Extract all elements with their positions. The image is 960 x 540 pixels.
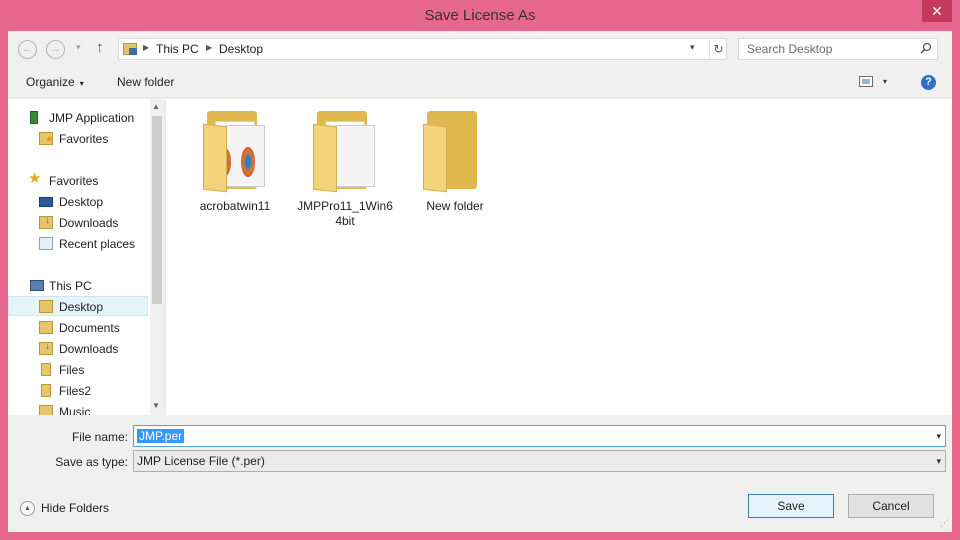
sidebar-item-this-pc[interactable]: This PC — [8, 276, 148, 296]
sidebar-item-label: Desktop — [59, 300, 104, 314]
sidebar-item-files[interactable]: Files — [8, 360, 148, 380]
chevron-down-icon[interactable]: ▾ — [936, 431, 941, 442]
computer-icon — [30, 280, 44, 291]
sidebar-item-label: Favorites — [59, 132, 109, 146]
desktop-folder-icon — [39, 300, 53, 313]
sidebar-item-label: Music — [59, 405, 91, 415]
sidebar-item-desktop[interactable]: Desktop — [8, 296, 148, 316]
back-button[interactable]: ← — [18, 40, 37, 59]
sidebar-item-label: Recent places — [59, 237, 136, 251]
sidebar-item-favorites[interactable]: ★ Favorites — [8, 171, 148, 191]
music-icon — [39, 405, 53, 415]
breadcrumb-separator[interactable]: ▶ — [143, 43, 149, 52]
organize-button[interactable]: Organize ▾ — [26, 75, 84, 89]
sidebar-item-label: This PC — [49, 279, 92, 293]
empty-folder-icon — [423, 107, 487, 197]
recent-places-icon — [39, 237, 53, 250]
view-options-icon[interactable] — [859, 76, 873, 87]
refresh-icon[interactable]: ↻ — [709, 40, 727, 58]
sidebar-item-label: Downloads — [59, 216, 119, 230]
app-icon — [30, 111, 38, 124]
command-toolbar: Organize ▾ New folder ▾ ? — [8, 67, 952, 98]
resize-grip-icon[interactable]: ⋰ — [940, 518, 949, 529]
downloads-icon — [39, 215, 53, 229]
sidebar-item-downloads-favorite[interactable]: Downloads — [8, 213, 148, 233]
address-bar[interactable]: ▶ This PC ▶ Desktop ▾ ↻ — [118, 38, 727, 60]
file-name-input[interactable]: JMP.per ▾ — [133, 425, 946, 447]
downloads-icon — [39, 341, 53, 355]
cancel-button[interactable]: Cancel — [848, 494, 934, 518]
file-item-new-folder[interactable]: New folder — [407, 107, 503, 214]
recent-locations-button[interactable]: ▾ — [76, 42, 81, 53]
help-icon[interactable]: ? — [921, 75, 936, 90]
navigation-scrollbar[interactable]: ▲ ▼ — [150, 99, 164, 415]
view-dropdown-icon[interactable]: ▾ — [883, 77, 887, 86]
sidebar-item-files2[interactable]: Files2 — [8, 381, 148, 401]
sidebar-item-label: Favorites — [49, 174, 99, 188]
file-item-acrobatwin11[interactable]: acrobatwin11 — [187, 107, 283, 214]
chevron-up-icon: ▲ — [20, 501, 35, 517]
this-pc-icon — [123, 43, 137, 55]
title-bar: Save License As ✕ — [0, 0, 960, 31]
favorites-folder-icon — [39, 132, 53, 145]
sidebar-item-label: Downloads — [59, 342, 119, 356]
save-dialog: ← → ▾ ↑ ▶ This PC ▶ Desktop ▾ ↻ Search D… — [8, 31, 952, 532]
chevron-down-icon[interactable]: ▾ — [936, 456, 941, 467]
sidebar-item-label: JMP Application — [49, 111, 135, 125]
save-type-value: JMP License File (*.per) — [137, 454, 265, 468]
new-folder-button[interactable]: New folder — [117, 75, 174, 89]
hide-folders-button[interactable]: ▲ Hide Folders — [20, 501, 110, 517]
breadcrumb-separator[interactable]: ▶ — [206, 43, 212, 52]
file-item-jmppro11[interactable]: JMPPro11_1Win64bit — [297, 107, 393, 229]
star-icon: ★ — [28, 170, 42, 187]
sidebar-item-label: Desktop — [59, 195, 104, 209]
file-name: New folder — [426, 199, 484, 213]
files-icon — [41, 363, 51, 376]
sidebar-item-label: Files2 — [59, 384, 92, 398]
close-button[interactable]: ✕ — [922, 0, 952, 22]
sidebar-item-label: Files — [59, 363, 85, 377]
file-list[interactable]: acrobatwin11 JMPPro11_1Win64bit New fold… — [165, 99, 952, 415]
scrollbar-thumb[interactable] — [152, 116, 162, 304]
sidebar-item-documents[interactable]: Documents — [8, 318, 148, 338]
sidebar-item-jmp-application[interactable]: JMP Application — [8, 108, 148, 128]
save-type-select[interactable]: JMP License File (*.per) ▾ — [133, 450, 946, 472]
sidebar-item-favorites-folder[interactable]: Favorites — [8, 129, 148, 149]
desktop-icon — [39, 197, 53, 207]
file-name-value: JMP.per — [137, 429, 185, 443]
sidebar-item-music[interactable]: Music — [8, 402, 148, 415]
search-icon[interactable] — [920, 42, 932, 54]
search-input[interactable]: Search Desktop — [738, 38, 938, 60]
sidebar-item-label: Documents — [59, 321, 120, 335]
scroll-up-icon[interactable]: ▲ — [152, 102, 160, 111]
save-button[interactable]: Save — [748, 494, 834, 518]
sidebar-item-downloads[interactable]: Downloads — [8, 339, 148, 359]
up-button[interactable]: ↑ — [96, 39, 104, 56]
address-dropdown-icon[interactable]: ▾ — [690, 42, 695, 53]
navigation-row: ← → ▾ ↑ ▶ This PC ▶ Desktop ▾ ↻ Search D… — [8, 31, 952, 67]
forward-button[interactable]: → — [46, 40, 65, 59]
file-name: JMPPro11_1Win64bit — [297, 199, 393, 228]
sidebar-item-recent-places[interactable]: Recent places — [8, 234, 148, 254]
hide-folders-label: Hide Folders — [41, 501, 110, 515]
save-form: File name: JMP.per ▾ Save as type: JMP L… — [8, 415, 952, 532]
file-name: acrobatwin11 — [199, 199, 271, 213]
scroll-down-icon[interactable]: ▼ — [152, 401, 160, 410]
navigation-pane[interactable]: JMP Application Favorites ★ Favorites De… — [8, 99, 164, 415]
window-title: Save License As — [424, 7, 536, 24]
save-type-label: Save as type: — [55, 455, 128, 469]
documents-icon — [39, 321, 53, 334]
breadcrumb-this-pc[interactable]: This PC — [156, 42, 199, 56]
folder-with-pages-icon — [313, 107, 377, 197]
sidebar-item-desktop-favorite[interactable]: Desktop — [8, 192, 148, 212]
search-placeholder: Search Desktop — [747, 42, 833, 56]
files-icon — [41, 384, 51, 397]
chevron-down-icon: ▾ — [79, 79, 84, 88]
breadcrumb-desktop[interactable]: Desktop — [219, 42, 263, 56]
organize-label: Organize — [26, 75, 75, 89]
file-name-label: File name: — [71, 430, 128, 444]
folder-with-discs-icon — [203, 107, 267, 197]
